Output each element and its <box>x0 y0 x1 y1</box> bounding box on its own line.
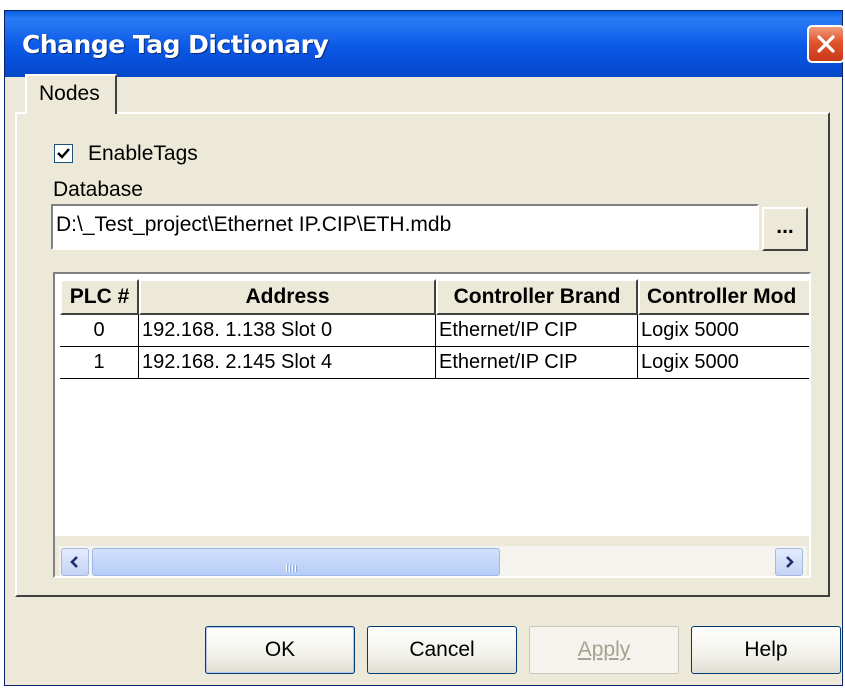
scroll-right-button[interactable] <box>775 548 803 576</box>
column-header-controller-brand[interactable]: Controller Brand <box>436 279 638 315</box>
column-header-address[interactable]: Address <box>139 279 436 315</box>
close-icon <box>817 35 835 53</box>
column-header-controller-model[interactable]: Controller Mod <box>638 279 809 315</box>
arrow-right-icon <box>786 556 794 568</box>
cell-controller-brand: Ethernet/IP CIP <box>436 315 638 347</box>
title-bar[interactable]: Change Tag Dictionary <box>5 11 845 77</box>
cell-controller-model: Logix 5000 <box>638 315 809 347</box>
cell-controller-brand: Ethernet/IP CIP <box>436 347 638 379</box>
cell-address: 192.168. 1.138 Slot 0 <box>139 315 436 347</box>
column-header-plc[interactable]: PLC # <box>60 279 139 315</box>
cell-plc: 1 <box>60 347 139 379</box>
cell-plc: 0 <box>60 315 139 347</box>
enable-tags-checkbox[interactable] <box>54 144 73 163</box>
scroll-left-button[interactable] <box>61 548 89 576</box>
database-path-field[interactable]: D:\_Test_project\Ethernet IP.CIP\ETH.mdb <box>51 204 759 250</box>
table-body: PLC # Address Controller Brand Controlle… <box>55 274 809 536</box>
cell-controller-model: Logix 5000 <box>638 347 809 379</box>
arrow-left-icon <box>70 556 78 568</box>
tab-nodes[interactable]: Nodes <box>25 74 117 114</box>
cell-address: 192.168. 2.145 Slot 4 <box>139 347 436 379</box>
apply-button[interactable]: Apply <box>529 626 679 674</box>
horizontal-scrollbar[interactable] <box>59 546 807 576</box>
cancel-button[interactable]: Cancel <box>367 626 517 674</box>
browse-button[interactable]: ... <box>762 207 808 251</box>
dialog-title: Change Tag Dictionary <box>22 30 329 59</box>
enable-tags-label[interactable]: EnableTags <box>88 142 198 166</box>
database-label: Database <box>53 178 143 201</box>
apply-button-label: Apply <box>577 638 631 661</box>
ok-button[interactable]: OK <box>205 626 355 674</box>
scrollbar-thumb[interactable] <box>92 548 500 576</box>
close-button[interactable] <box>807 25 845 63</box>
grip-icon <box>286 559 298 576</box>
checkmark-icon <box>57 148 70 159</box>
nodes-table: PLC # Address Controller Brand Controlle… <box>53 272 811 578</box>
help-button[interactable]: Help <box>691 626 841 674</box>
